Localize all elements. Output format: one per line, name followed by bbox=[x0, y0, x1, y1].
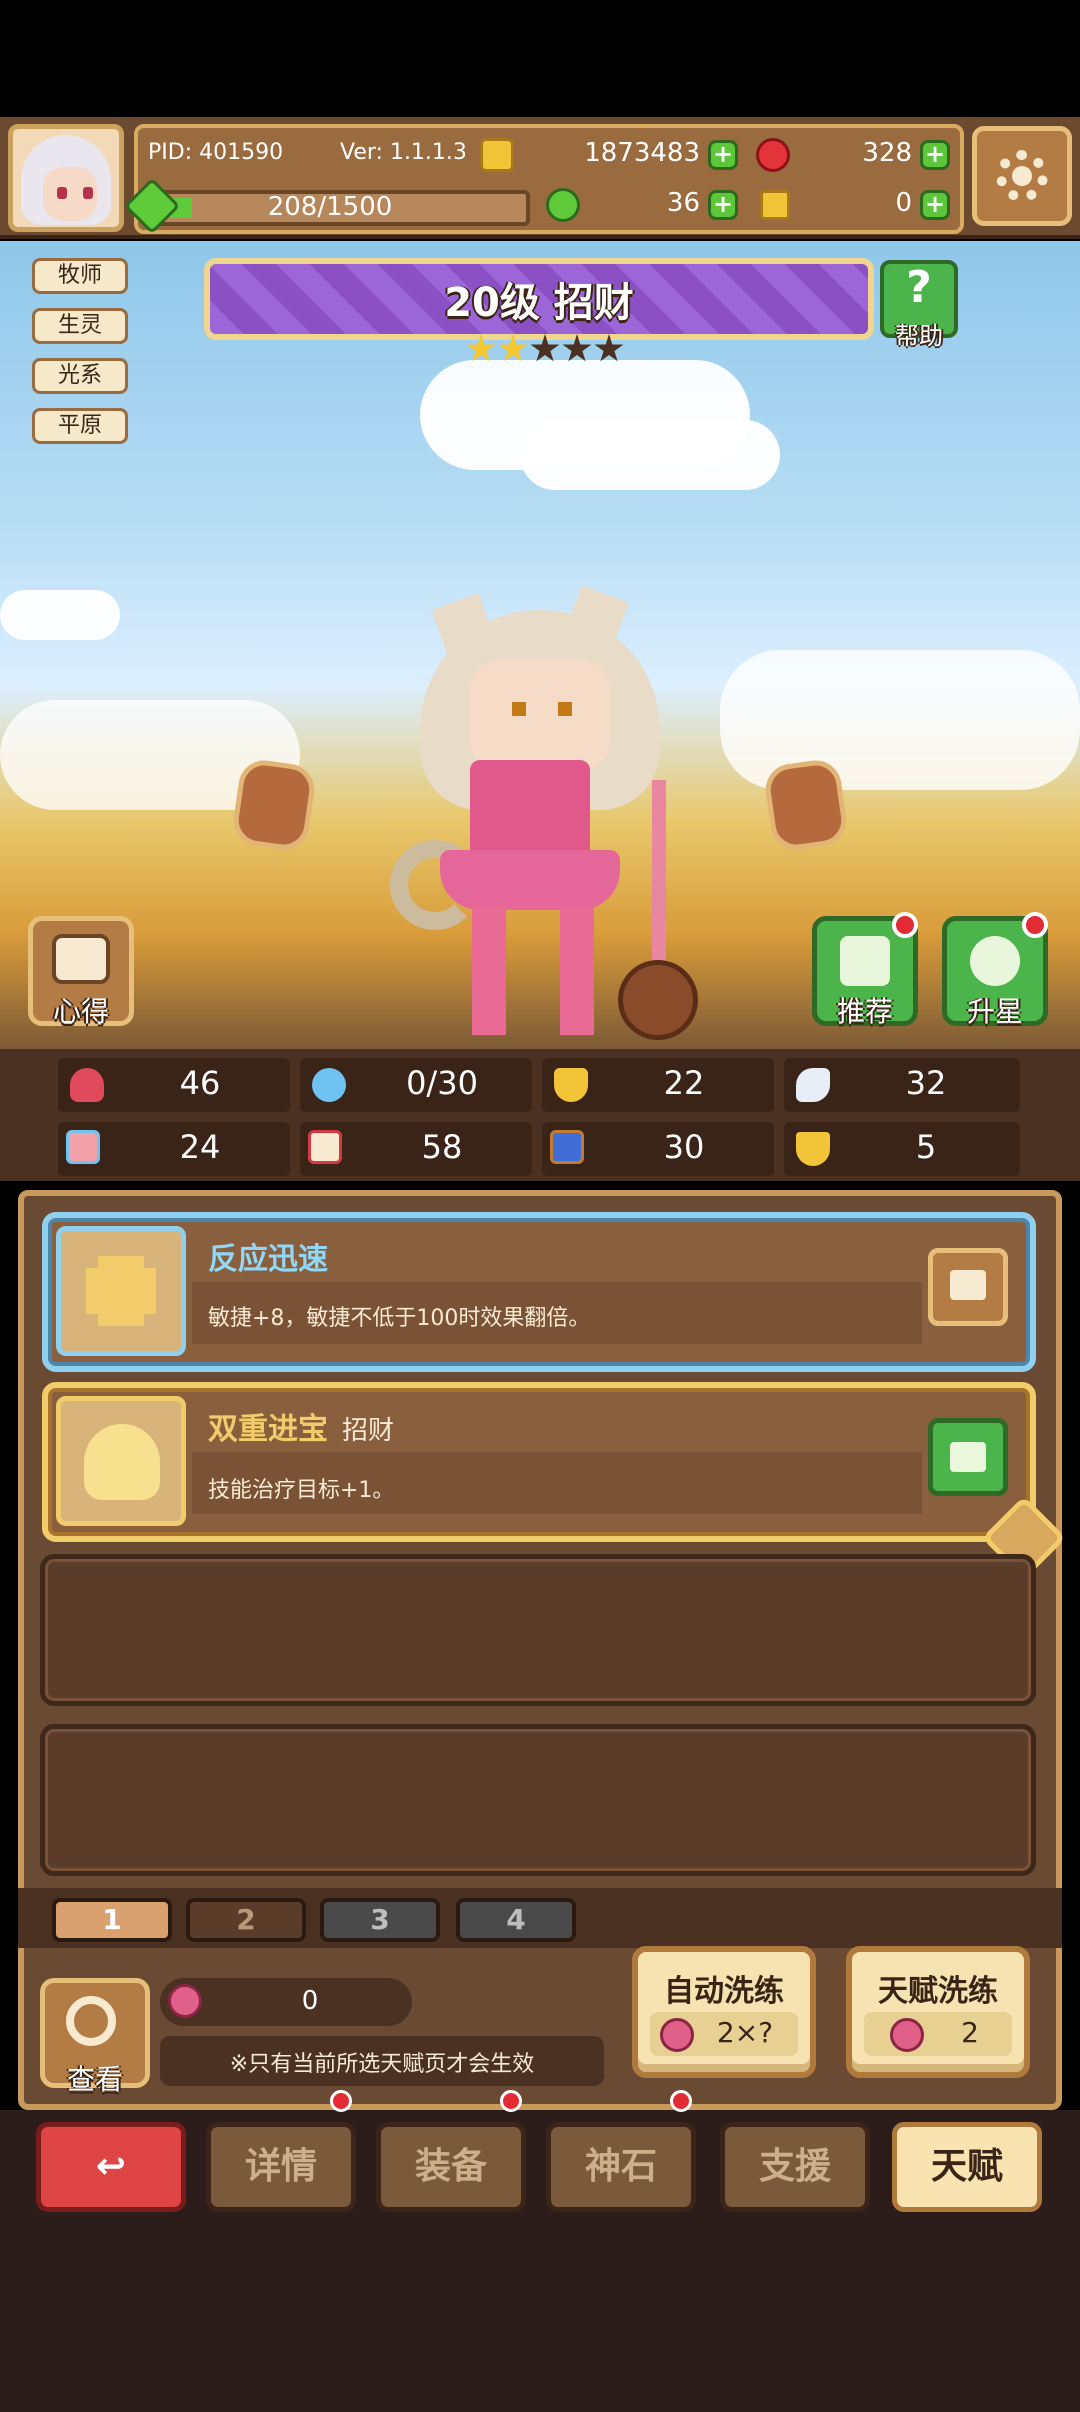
page-tab-1[interactable]: 1 bbox=[52, 1898, 172, 1942]
talent-slot-3[interactable] bbox=[40, 1554, 1036, 1706]
page-tab-4[interactable]: 4 bbox=[456, 1898, 576, 1942]
fruit-icon bbox=[168, 1984, 202, 2018]
talent-desc-2: 技能治疗目标+1。 bbox=[208, 1478, 395, 1503]
fruit-icon bbox=[890, 2018, 924, 2052]
star-badge-icon bbox=[970, 936, 1020, 986]
cross-icon bbox=[98, 1256, 144, 1326]
key-count: 0 bbox=[895, 188, 912, 218]
stat-intelligence-value: 58 bbox=[421, 1128, 463, 1166]
notification-dot bbox=[330, 2090, 352, 2112]
hero-title: 20级 招财 bbox=[444, 280, 634, 326]
tag-race: 生灵 bbox=[32, 308, 128, 344]
auto-wash-cost: 2×? bbox=[716, 2016, 774, 2049]
exp-text: 208/1500 bbox=[267, 192, 393, 222]
nav-godstone[interactable]: 神石 bbox=[546, 2122, 696, 2212]
clover-count: 36 bbox=[666, 188, 700, 218]
gold-coin-icon bbox=[480, 138, 514, 172]
fruit-icon bbox=[660, 2018, 694, 2052]
fruit-count: 0 bbox=[301, 1986, 319, 2016]
water-drop-icon bbox=[312, 1068, 346, 1102]
notification-dot bbox=[500, 2090, 522, 2112]
question-icon: ? bbox=[906, 262, 932, 313]
clover-icon bbox=[546, 188, 580, 222]
page-tab-2[interactable]: 2 bbox=[186, 1898, 306, 1942]
player-id: PID: 401590 bbox=[148, 140, 284, 165]
hero-leg bbox=[560, 905, 594, 1035]
stat-defense-value: 22 bbox=[663, 1064, 705, 1102]
auto-wash-title: 自动洗练 bbox=[664, 1974, 784, 2009]
tag-class: 牧师 bbox=[32, 258, 128, 294]
version-label: Ver: 1.1.1.3 bbox=[340, 140, 467, 165]
status-bar-area bbox=[0, 0, 1080, 117]
nav-support[interactable]: 支援 bbox=[720, 2122, 870, 2212]
thumbs-up-icon bbox=[840, 936, 890, 986]
heart-icon bbox=[70, 1068, 104, 1102]
tag-element: 光系 bbox=[32, 358, 128, 394]
talent-wash-cost: 2 bbox=[961, 2016, 979, 2049]
upgrade-star-label: 升星 bbox=[966, 995, 1023, 1028]
insight-icon bbox=[52, 934, 110, 984]
stat-speed-value: 32 bbox=[905, 1064, 947, 1102]
stat-agility-value: 30 bbox=[663, 1128, 705, 1166]
red-gem-icon bbox=[756, 138, 790, 172]
nav-talent[interactable]: 天赋 bbox=[892, 2122, 1042, 2212]
add-key-button[interactable]: + bbox=[920, 190, 950, 220]
notification-dot bbox=[1022, 912, 1048, 938]
book-icon bbox=[308, 1130, 342, 1164]
stat-mana-value: 0/30 bbox=[406, 1064, 478, 1102]
stat-strength-value: 24 bbox=[179, 1128, 221, 1166]
nav-equipment[interactable]: 装备 bbox=[376, 2122, 526, 2212]
help-label: 帮助 bbox=[895, 322, 943, 350]
cloud bbox=[520, 420, 780, 490]
talent-slot-4[interactable] bbox=[40, 1724, 1036, 1876]
hero-face bbox=[470, 660, 610, 770]
back-button[interactable]: ↩ bbox=[36, 2122, 186, 2212]
talent-wash-title: 天赋洗练 bbox=[878, 1974, 998, 2009]
add-clover-button[interactable]: + bbox=[708, 190, 738, 220]
cloud bbox=[0, 590, 120, 640]
talent-name-2: 双重进宝 bbox=[208, 1412, 328, 1447]
nav-details[interactable]: 详情 bbox=[206, 2122, 356, 2212]
hero-eye bbox=[558, 702, 572, 716]
padlock-icon bbox=[950, 1442, 986, 1472]
fist-icon bbox=[66, 1130, 100, 1164]
notice-text: ※只有当前所选天赋页才会生效 bbox=[229, 2052, 535, 2077]
hero-staff bbox=[652, 780, 666, 980]
hero-staff-head bbox=[618, 960, 698, 1040]
wing-icon bbox=[796, 1068, 830, 1102]
add-gems-button[interactable]: + bbox=[920, 140, 950, 170]
hero-leg bbox=[472, 905, 506, 1035]
gear-center bbox=[1012, 166, 1032, 186]
gold-count: 1873483 bbox=[584, 138, 700, 168]
magnifier-icon bbox=[66, 1996, 116, 2046]
hero-eye bbox=[512, 702, 526, 716]
key-icon bbox=[760, 190, 790, 220]
gem-count: 328 bbox=[862, 138, 912, 168]
notification-dot bbox=[670, 2090, 692, 2112]
add-gold-button[interactable]: + bbox=[708, 140, 738, 170]
star-talent-icon bbox=[84, 1424, 160, 1500]
boot-icon bbox=[550, 1130, 584, 1164]
player-avatar[interactable] bbox=[8, 124, 124, 232]
talent-desc-1: 敏捷+8，敏捷不低于100时效果翻倍。 bbox=[208, 1306, 591, 1331]
tag-terrain: 平原 bbox=[32, 408, 128, 444]
notification-dot bbox=[892, 912, 918, 938]
page-tab-3[interactable]: 3 bbox=[320, 1898, 440, 1942]
stat-hp-value: 46 bbox=[179, 1064, 221, 1102]
hero-skirt bbox=[440, 850, 620, 910]
stat-luck-value: 5 bbox=[915, 1128, 937, 1166]
insight-label: 心得 bbox=[52, 995, 109, 1028]
unlocked-padlock-icon bbox=[950, 1270, 986, 1300]
talent-name-1: 反应迅速 bbox=[208, 1242, 328, 1277]
recommend-label: 推荐 bbox=[836, 995, 893, 1028]
next-hero-arrow[interactable] bbox=[762, 757, 850, 853]
talent-source-2: 招财 bbox=[342, 1416, 395, 1446]
view-label: 查看 bbox=[66, 2063, 123, 2096]
shield-icon bbox=[554, 1068, 588, 1102]
horseshoe-icon bbox=[796, 1132, 830, 1166]
prev-hero-arrow[interactable] bbox=[230, 757, 318, 853]
